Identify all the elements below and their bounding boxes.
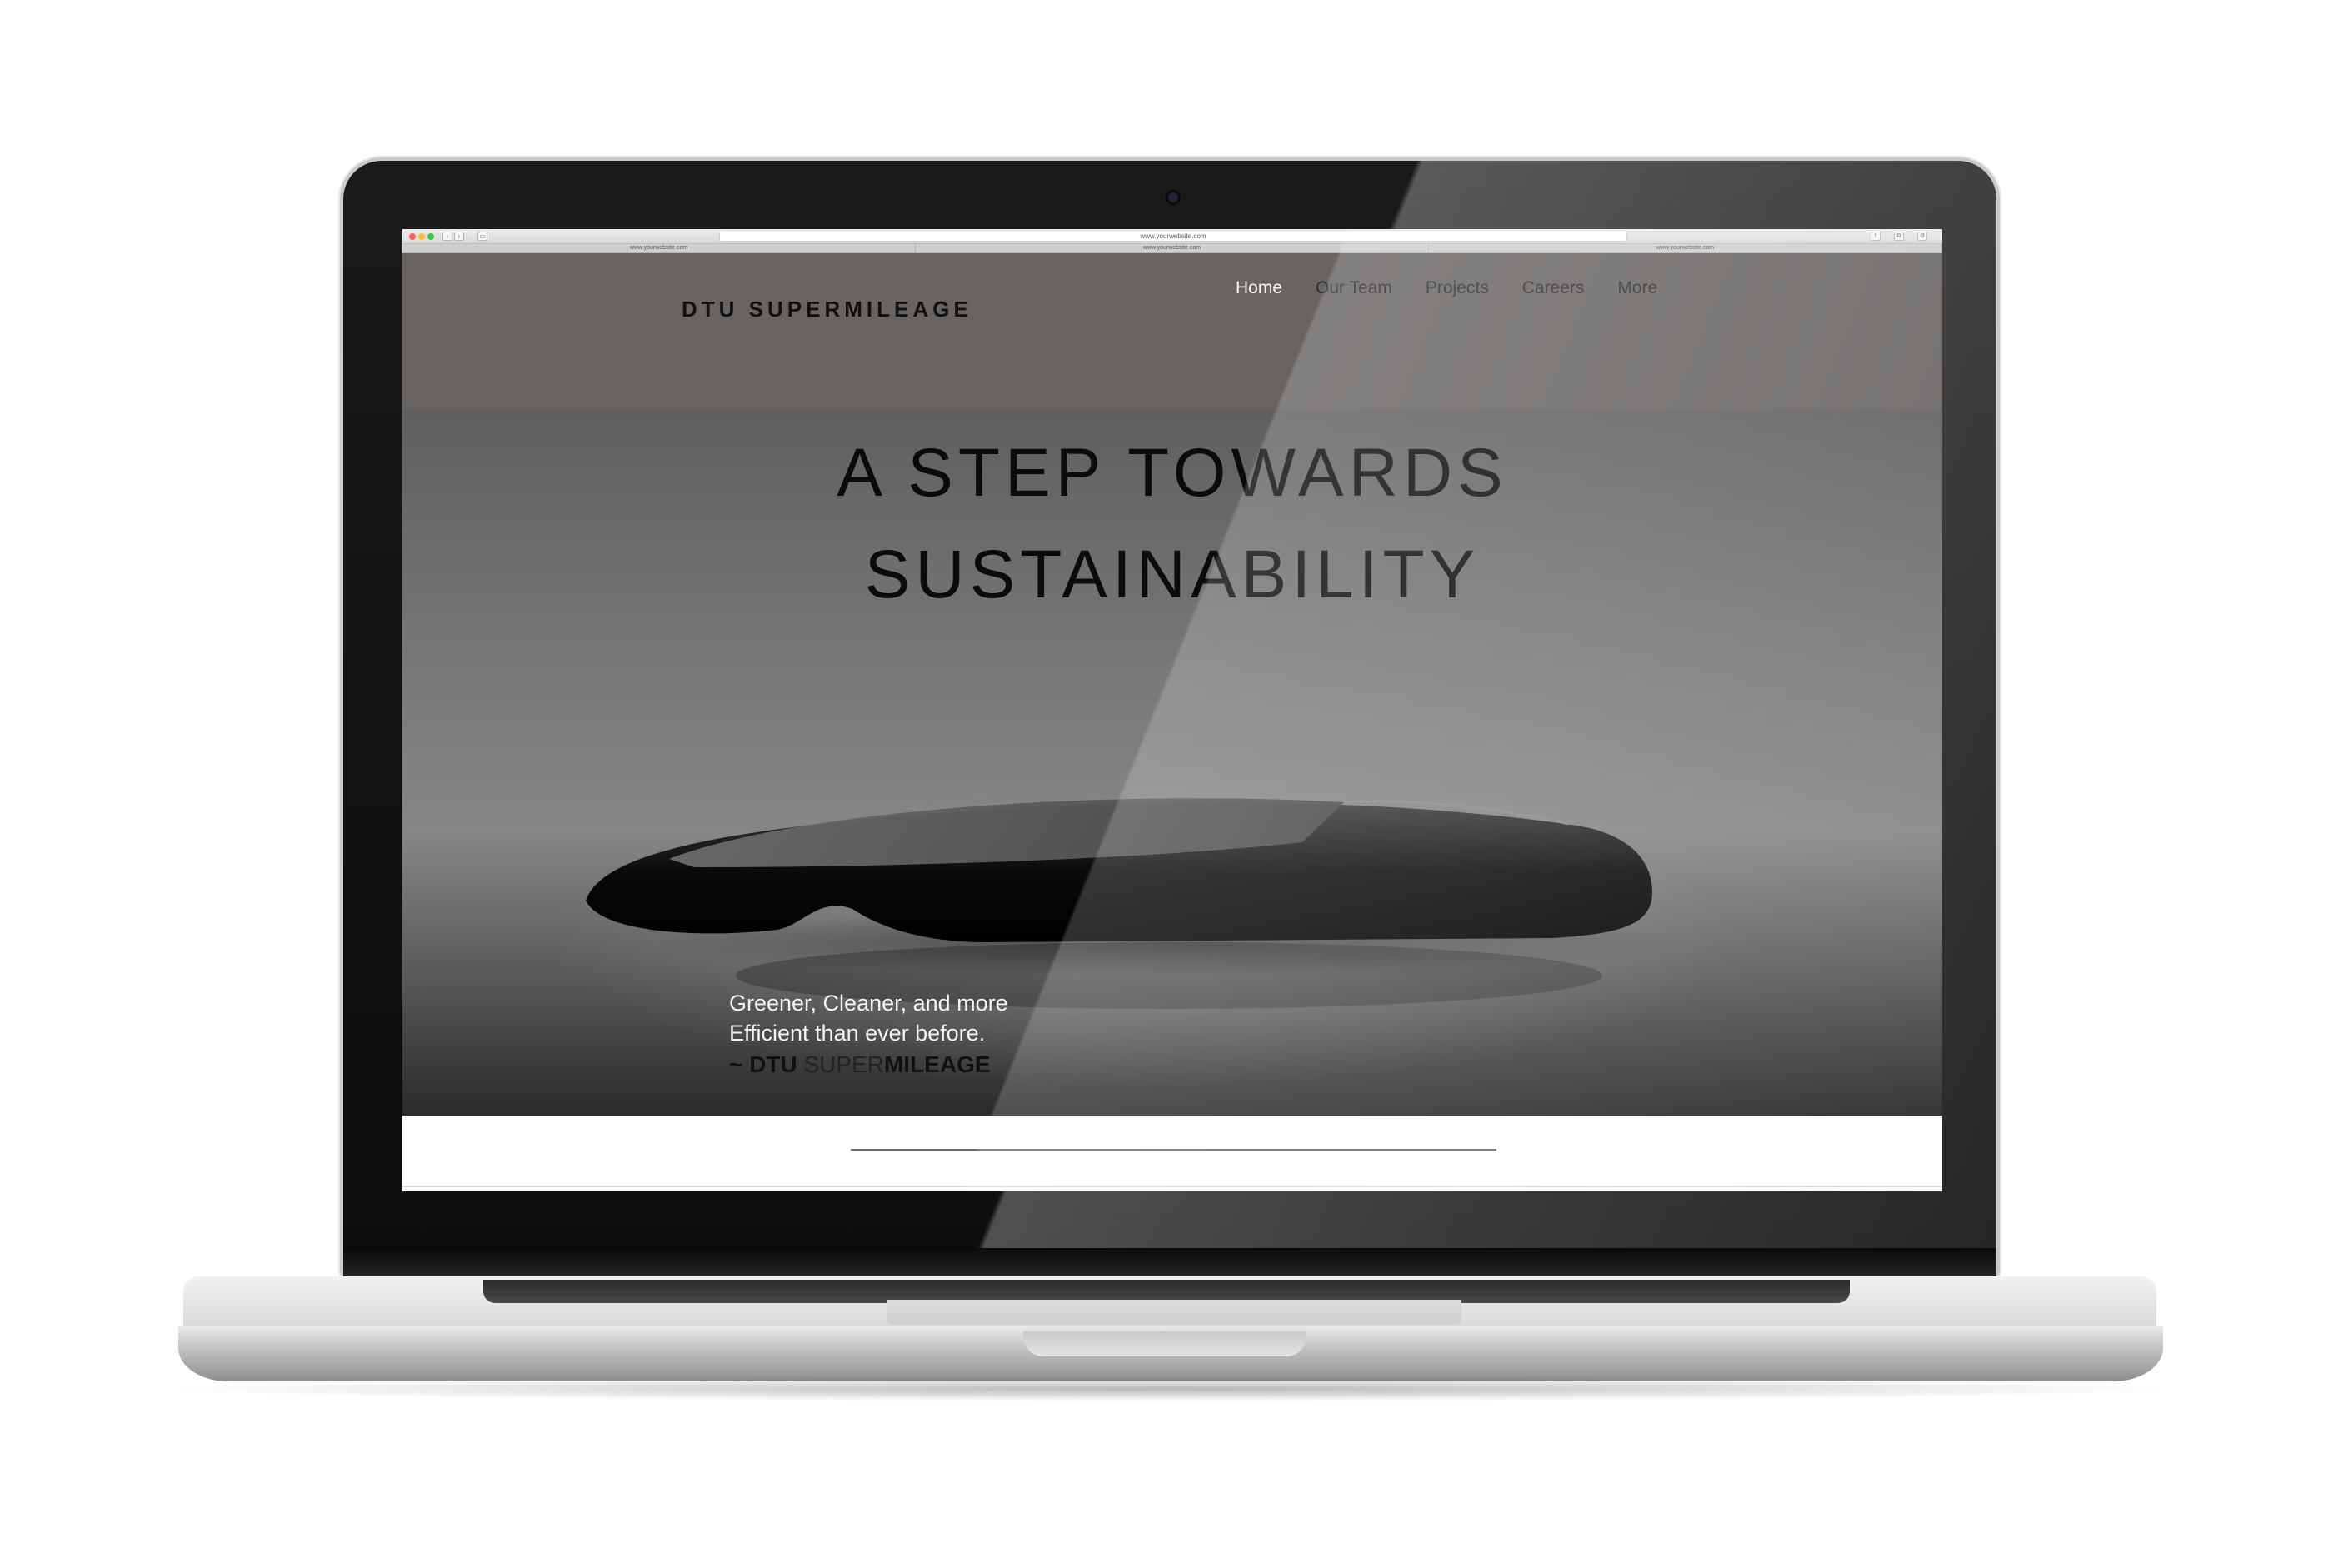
signature-prefix: ~ DTU — [729, 1051, 804, 1077]
site-logo[interactable]: DTU SUPERMILEAGE — [682, 297, 972, 322]
browser-toolbar: ‹ › ▭ www.yourwebsite.com ⇪ ⧉ ⚙ — [402, 229, 1942, 244]
nav-item-our-team[interactable]: Our Team — [1316, 278, 1392, 298]
content-section — [402, 1116, 1942, 1191]
browser-tab-bar: www.yourwebsite.com www.yourwebsite.com … — [402, 244, 1942, 253]
tagline-line-1: Greener, Cleaner, and more — [729, 991, 1008, 1016]
back-button-icon[interactable]: ‹ — [442, 232, 452, 241]
tagline-line-2: Efficient than ever before. — [729, 1021, 986, 1046]
tabs-overview-icon[interactable]: ⧉ — [1894, 232, 1904, 241]
hero-signature: ~ DTU SUPERMILEAGE — [729, 1051, 991, 1078]
browser-tab[interactable]: www.yourwebsite.com — [916, 244, 1429, 252]
browser-tab[interactable]: www.yourwebsite.com — [1429, 244, 1942, 252]
signature-light: SUPER — [803, 1051, 884, 1077]
forward-button-icon[interactable]: › — [454, 232, 464, 241]
hero-tagline: Greener, Cleaner, and more Efficient tha… — [729, 988, 1008, 1048]
laptop-screen: ‹ › ▭ www.yourwebsite.com ⇪ ⧉ ⚙ www.your… — [402, 229, 1942, 1191]
nav-item-more[interactable]: More — [1617, 278, 1657, 298]
site-header: DTU SUPERMILEAGE Home Our Team Projects … — [402, 253, 1942, 409]
signature-bold: MILEAGE — [883, 1051, 991, 1077]
settings-gear-icon[interactable]: ⚙ — [1917, 232, 1927, 241]
laptop-shadow — [150, 1376, 2191, 1401]
section-rule — [402, 1186, 1942, 1187]
nav-item-careers[interactable]: Careers — [1522, 278, 1585, 298]
main-nav: Home Our Team Projects Careers More — [1236, 278, 1657, 298]
share-icon[interactable]: ⇪ — [1871, 232, 1881, 241]
hero-title-line-1: A STEP TOWARDS — [837, 435, 1508, 511]
section-divider — [851, 1149, 1496, 1151]
close-window-icon[interactable] — [409, 233, 416, 240]
hero-section: A STEP TOWARDS SUSTAINABILITY Greener, C… — [402, 409, 1942, 1116]
sidebar-toggle-icon[interactable]: ▭ — [477, 232, 487, 241]
nav-item-home[interactable]: Home — [1236, 278, 1282, 298]
nav-item-projects[interactable]: Projects — [1426, 278, 1489, 298]
laptop-notch — [1023, 1331, 1306, 1356]
address-bar[interactable]: www.yourwebsite.com — [719, 232, 1627, 242]
browser-tab[interactable]: www.yourwebsite.com — [402, 244, 916, 252]
trackpad-edge — [887, 1300, 1461, 1325]
hero-title-line-2: SUSTAINABILITY — [864, 537, 1481, 612]
webcam-icon — [1168, 192, 1178, 202]
maximize-window-icon[interactable] — [427, 233, 434, 240]
minimize-window-icon[interactable] — [418, 233, 425, 240]
